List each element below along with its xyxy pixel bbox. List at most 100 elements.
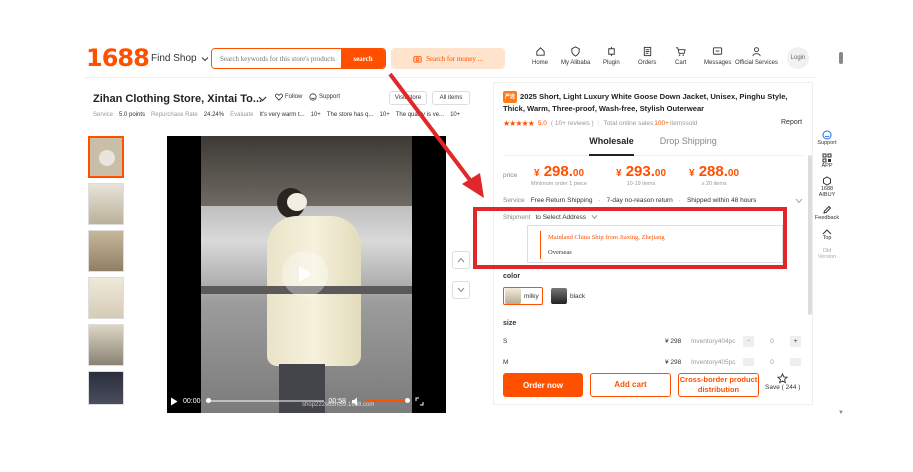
price-value: 293. [625, 163, 655, 180]
rating-value: 5.0 [537, 120, 547, 127]
sidebar-item-aibuy[interactable]: 1688 AIBUY [813, 176, 841, 198]
thumbnail-video[interactable] [88, 136, 124, 178]
site-logo[interactable]: 1688 [86, 44, 150, 72]
nav-cart[interactable]: Cart [675, 46, 686, 66]
price-cents: 00 [727, 168, 740, 179]
user-shield-icon [571, 46, 580, 57]
video-time-current: 00:00 [183, 397, 201, 405]
cross-border-distribution-button[interactable]: Cross-border product distribution [678, 373, 759, 397]
currency: ¥ [688, 168, 695, 179]
store-search: search [211, 48, 386, 69]
gallery-up-button[interactable] [452, 251, 470, 269]
tab-wholesale[interactable]: Wholesale [589, 136, 634, 156]
color-name: black [570, 292, 586, 300]
stat-value: 5.0 points [119, 112, 146, 118]
size-inventory: Inventory405pc [691, 358, 736, 366]
sidebar-label: Feedback [814, 215, 840, 221]
sidebar-item-feedback[interactable]: Feedback [815, 205, 839, 221]
currency: ¥ [615, 168, 622, 179]
nav-label: Messages [704, 60, 732, 66]
color-thumbnail [505, 288, 521, 304]
cart-icon [676, 47, 686, 56]
thumbnail-list [88, 136, 128, 410]
report-link[interactable]: Report [781, 119, 802, 126]
nav-messages[interactable]: Messages [704, 46, 731, 66]
nav-label: Plugin [603, 60, 620, 66]
product-rating: ★★★★★ 5.0 ( 10+ reviews ) | Total online… [503, 119, 697, 128]
nav-orders[interactable]: Orders [638, 46, 656, 66]
qty-minus-button[interactable]: − [743, 336, 754, 347]
nav-official-services[interactable]: Official Services [735, 46, 778, 66]
gallery-down-button[interactable] [452, 281, 470, 299]
sidebar-item-old-version[interactable]: Old Version [814, 248, 840, 260]
order-now-button[interactable]: Order now [503, 373, 583, 397]
fullscreen-icon[interactable] [415, 397, 424, 406]
price-tier: ¥ 288.00 ≥ 20 items [681, 163, 747, 187]
plugin-icon [608, 46, 615, 57]
qty-plus-button[interactable]: + [790, 336, 801, 347]
stat-label: Evaluate [230, 112, 254, 118]
service-item: 7-day no-reason return [606, 197, 673, 204]
sidebar-item-top[interactable]: Top [822, 228, 832, 241]
chevron-down-icon[interactable] [795, 198, 803, 204]
orders-icon [643, 46, 651, 57]
sidebar-item-app[interactable]: APP [821, 153, 833, 169]
search-input[interactable] [212, 49, 341, 68]
star-icon [777, 373, 789, 384]
play-icon[interactable] [170, 397, 178, 406]
qty-plus-button[interactable] [790, 358, 801, 366]
size-row: M ¥ 298 Inventory405pc 0 [503, 358, 803, 366]
login-button[interactable]: Login [787, 47, 809, 69]
qr-icon [822, 153, 832, 163]
thumbnail-image[interactable] [88, 183, 124, 225]
annotation-highlight-box [473, 207, 787, 269]
qty-input[interactable]: 0 [754, 338, 790, 345]
color-option-milky[interactable]: milky [503, 287, 543, 305]
tab-drop-shipping[interactable]: Drop Shipping [660, 136, 717, 155]
color-name: milky [524, 292, 539, 300]
store-name[interactable]: Zihan Clothing Store, Xintai To... [93, 93, 262, 105]
thumbnail-image[interactable] [88, 230, 124, 272]
aibuy-icon [823, 176, 831, 186]
thumbnail-image[interactable] [88, 277, 124, 319]
find-shop-dropdown[interactable]: Find Shop [151, 53, 209, 64]
review-count[interactable]: ( 10+ reviews ) [551, 120, 594, 127]
panel-scrollbar[interactable] [808, 155, 812, 315]
save-button[interactable]: Save ( 244 ) [765, 373, 800, 391]
sidebar-label: Support [817, 140, 837, 146]
search-money-button[interactable]: Search for money ... [391, 48, 505, 69]
thumbnail-image[interactable] [88, 371, 124, 405]
separator: | [597, 120, 600, 127]
play-icon [99, 150, 115, 166]
play-button[interactable] [282, 251, 328, 297]
page-scrollbar[interactable]: ▼ [838, 44, 844, 416]
follow-button[interactable]: Follow [275, 93, 302, 101]
home-icon [535, 47, 545, 56]
review-snippet[interactable]: It's very warm t... [259, 112, 304, 118]
qty-input[interactable]: 0 [754, 359, 790, 366]
price-tier: ¥ 293.00 10-19 items [608, 163, 674, 187]
price-condition: Minimum order 1 piece [531, 181, 587, 187]
chevron-down-icon[interactable] [258, 95, 267, 103]
thumbnail-image[interactable] [88, 324, 124, 366]
sidebar-item-support[interactable]: Support [817, 130, 837, 146]
support-icon [822, 130, 832, 140]
support-button[interactable]: Support [309, 93, 340, 101]
save-label: Save ( 244 ) [765, 384, 801, 391]
search-button[interactable]: search [341, 49, 385, 68]
stat-label: Repurchase Rate [151, 112, 198, 118]
price-value: 288. [698, 163, 728, 180]
product-tag: 严选 [503, 91, 518, 103]
chevron-down-icon [201, 56, 208, 61]
color-option-black[interactable]: black [551, 287, 585, 305]
review-snippet[interactable]: The store has q... [327, 112, 374, 118]
add-cart-button[interactable]: Add cart [590, 373, 671, 397]
price-cents: 00 [654, 168, 667, 179]
nav-plugin[interactable]: Plugin [603, 46, 620, 66]
sidebar-label: Top [822, 235, 832, 241]
size-inventory: Inventory404pc [691, 338, 736, 345]
qty-minus-button[interactable] [743, 358, 754, 366]
nav-home[interactable]: Home [532, 46, 548, 66]
nav-my-alibaba[interactable]: My Alibaba [561, 46, 590, 66]
service-sep: · [598, 197, 601, 204]
